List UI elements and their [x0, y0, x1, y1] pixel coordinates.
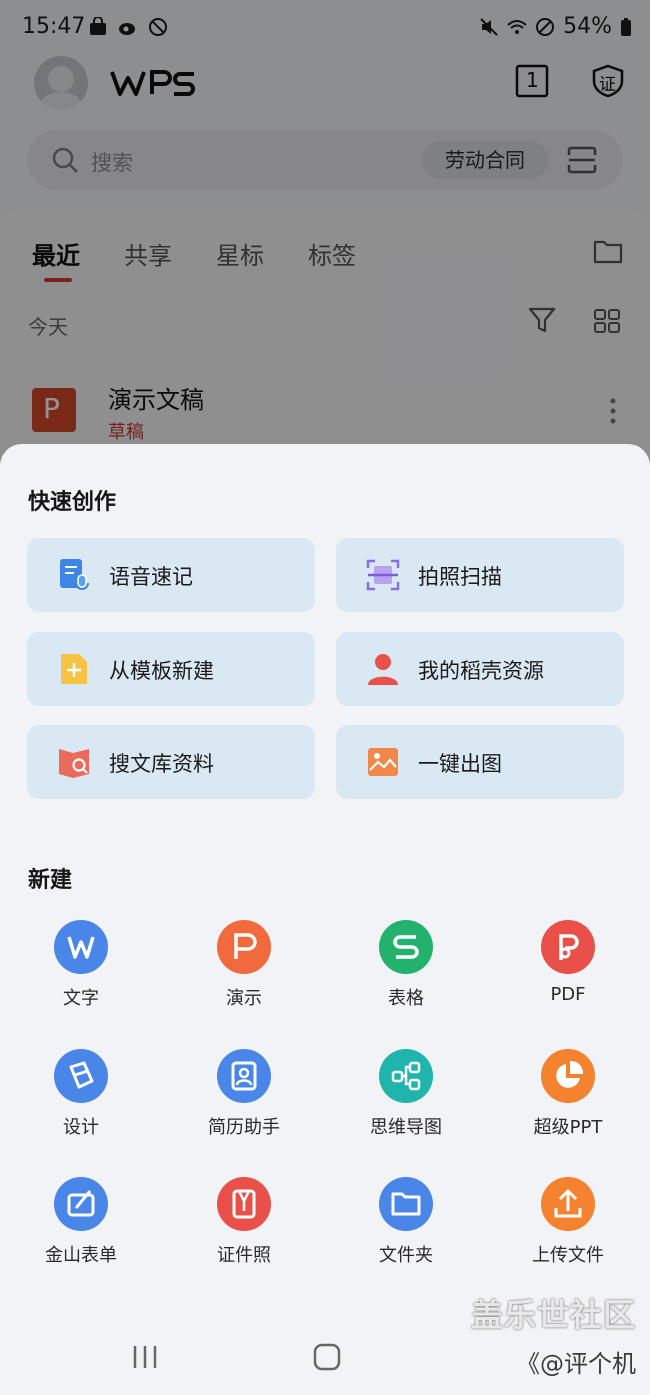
folder-icon	[391, 1192, 421, 1216]
new-presentation-button[interactable]: 演示	[184, 920, 304, 1030]
mindmap-icon	[391, 1061, 421, 1091]
spreadsheet-icon	[393, 935, 419, 959]
voice-note-icon	[60, 559, 89, 590]
one-click-image-button[interactable]: 一键出图	[336, 725, 624, 799]
person-icon	[368, 654, 398, 685]
new-mindmap-button[interactable]: 思维导图	[346, 1049, 466, 1159]
super-ppt-icon	[556, 1060, 584, 1088]
template-icon	[61, 654, 87, 684]
new-folder-button[interactable]: 文件夹	[346, 1177, 466, 1287]
presentation-icon	[234, 933, 257, 959]
new-resume-button[interactable]: 简历助手	[184, 1049, 304, 1159]
word-icon	[67, 936, 95, 959]
new-spreadsheet-button[interactable]: 表格	[346, 920, 466, 1030]
home-icon[interactable]	[312, 1342, 342, 1372]
id-photo-icon	[232, 1189, 256, 1219]
new-word-button[interactable]: 文字	[21, 920, 141, 1030]
quick-create-title: 快速创作	[28, 490, 117, 515]
pdf-icon	[559, 934, 579, 960]
resume-icon	[231, 1061, 257, 1091]
new-super-ppt-button[interactable]: 超级PPT	[508, 1049, 628, 1159]
new-pdf-button[interactable]: PDF	[508, 920, 628, 1030]
recent-apps-icon[interactable]	[130, 1342, 160, 1372]
watermark: 盖乐世社区 《@评个机	[471, 1290, 636, 1379]
photo-scan-button[interactable]: 拍照扫描	[336, 538, 624, 612]
new-form-button[interactable]: 金山表单	[21, 1177, 141, 1287]
image-generate-icon	[368, 748, 398, 776]
voice-note-button[interactable]: 语音速记	[27, 538, 315, 612]
new-from-template-button[interactable]: 从模板新建	[27, 632, 315, 706]
library-search-icon	[59, 749, 89, 778]
watermark-author: 《@评个机	[516, 1350, 636, 1378]
library-search-button[interactable]: 搜文库资料	[27, 725, 315, 799]
design-icon	[69, 1061, 94, 1089]
upload-icon	[554, 1189, 582, 1218]
upload-file-button[interactable]: 上传文件	[508, 1177, 628, 1287]
scan-icon	[366, 559, 400, 591]
create-bottom-sheet: 快速创作 语音速记 拍照扫描 从模板新建 我的稻壳资源 搜文库资料 一键出图 新…	[0, 444, 650, 1395]
docer-resources-button[interactable]: 我的稻壳资源	[336, 632, 624, 706]
form-icon	[67, 1190, 95, 1217]
new-id-photo-button[interactable]: 证件照	[184, 1177, 304, 1287]
new-section-title: 新建	[28, 868, 73, 893]
watermark-site: 盖乐世社区	[470, 1296, 636, 1334]
new-design-button[interactable]: 设计	[21, 1049, 141, 1159]
